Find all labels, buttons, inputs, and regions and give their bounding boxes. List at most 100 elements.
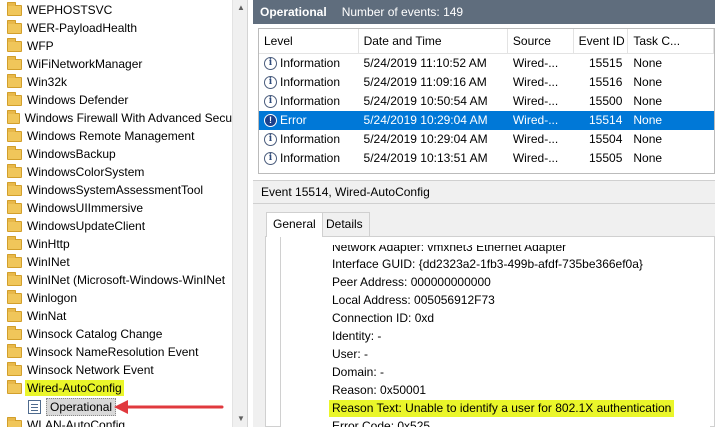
cell-date: 5/24/2019 11:09:16 AM — [363, 75, 487, 89]
log-header-bar: Operational Number of events: 149 — [253, 0, 715, 24]
cell-level: Information — [280, 151, 341, 165]
folder-icon — [7, 289, 22, 304]
tree-item-label: WiFiNetworkManager — [27, 57, 143, 71]
information-icon: i — [264, 133, 277, 146]
cell-source: Wired-... — [512, 75, 559, 89]
tab-general[interactable]: General — [266, 212, 323, 237]
tree-item-windows-defender[interactable]: Windows Defender — [0, 91, 232, 109]
tree-item-label: WinINet (Microsoft-Windows-WinINet — [27, 273, 226, 287]
event-pane: Operational Number of events: 149 Level … — [253, 0, 715, 427]
tree-item-wer-payloadhealth[interactable]: WER-PayloadHealth — [0, 19, 232, 37]
tree-item-winlogon[interactable]: Winlogon — [0, 289, 232, 307]
table-row[interactable]: i Information 5/24/2019 10:29:04 AM Wired… — [259, 130, 714, 149]
tree-item-windows-remote-management[interactable]: Windows Remote Management — [0, 127, 232, 145]
tree-scrollbar[interactable]: ▲ ▼ — [232, 0, 247, 427]
tree-item-windowsupdateclient[interactable]: WindowsUpdateClient — [0, 217, 232, 235]
cell-level: Information — [280, 132, 341, 146]
detail-line: Error Code: 0x525 — [332, 419, 431, 427]
folder-icon — [7, 416, 22, 427]
cell-source: Wired-... — [512, 113, 559, 127]
tree-item-label: Windows Defender — [27, 93, 129, 107]
cell-event-id: 15514 — [589, 113, 623, 127]
tree-item-label: WEPHOSTSVC — [27, 3, 113, 17]
tree-item-wininet[interactable]: WinINet — [0, 253, 232, 271]
tab-details[interactable]: Details — [319, 212, 370, 236]
scroll-down-icon[interactable]: ▼ — [233, 411, 247, 427]
detail-line: Reason: 0x50001 — [332, 383, 427, 397]
event-log-tree: WEPHOSTSVC WER-PayloadHealth WFP WiFiNet… — [0, 0, 248, 427]
cell-date: 5/24/2019 10:13:51 AM — [363, 151, 488, 165]
column-header-event-id[interactable]: Event ID — [574, 29, 629, 53]
information-icon: i — [264, 76, 277, 89]
detail-line: Local Address: 005056912F73 — [332, 293, 495, 307]
detail-line: Peer Address: 000000000000 — [332, 275, 491, 289]
folder-icon — [7, 235, 22, 250]
column-header-level[interactable]: Level — [259, 29, 359, 53]
tree-item-label: Winsock Catalog Change — [27, 327, 163, 341]
table-row[interactable]: i Information 5/24/2019 10:13:51 AM Wired… — [259, 149, 714, 168]
tree-item-wephostsvc[interactable]: WEPHOSTSVC — [0, 1, 232, 19]
tree-item-label: Winsock Network Event — [27, 363, 154, 377]
folder-icon — [7, 343, 22, 358]
cell-task: None — [633, 132, 663, 146]
folder-icon — [7, 73, 22, 88]
cell-event-id: 15500 — [589, 94, 623, 108]
table-row[interactable]: i Information 5/24/2019 11:09:16 AM Wired… — [259, 73, 714, 92]
scroll-up-icon[interactable]: ▲ — [233, 0, 247, 16]
tree-item-wininet-microsoft[interactable]: WinINet (Microsoft-Windows-WinINet — [0, 271, 232, 289]
table-row[interactable]: i Information 5/24/2019 11:10:52 AM Wired… — [259, 54, 714, 73]
tree-item-windowssystemassessmenttool[interactable]: WindowsSystemAssessmentTool — [0, 181, 232, 199]
tree-item-wifinetworkmanager[interactable]: WiFiNetworkManager — [0, 55, 232, 73]
information-icon: i — [264, 152, 277, 165]
column-header-source[interactable]: Source — [508, 29, 574, 53]
tree-item-label: Windows Firewall With Advanced Secu — [24, 111, 232, 125]
tree-item-label: Windows Remote Management — [27, 129, 195, 143]
folder-icon — [7, 163, 22, 178]
tree-item-winsock-nameresolution-event[interactable]: Winsock NameResolution Event — [0, 343, 232, 361]
column-header-task[interactable]: Task C... — [628, 29, 714, 53]
tree-item-label: WLAN-AutoConfig — [27, 418, 126, 427]
information-icon: i — [264, 57, 277, 70]
cell-date: 5/24/2019 10:50:54 AM — [363, 94, 488, 108]
column-header-date[interactable]: Date and Time — [359, 29, 508, 53]
tree-item-winnat[interactable]: WinNat — [0, 307, 232, 325]
tree-item-label: WindowsBackup — [27, 147, 116, 161]
tree-item-win32k[interactable]: Win32k — [0, 73, 232, 91]
event-description-text[interactable]: Network Adapter: vmxnet3 Ethernet Adapte… — [280, 237, 710, 427]
table-row[interactable]: i Information 5/24/2019 10:50:54 AM Wired… — [259, 92, 714, 111]
tree-item-winhttp[interactable]: WinHttp — [0, 235, 232, 253]
tree-item-label: WindowsUpdateClient — [27, 219, 146, 233]
tree-item-label: WindowsSystemAssessmentTool — [27, 183, 204, 197]
event-detail-header: Event 15514, Wired-AutoConfig — [253, 180, 715, 204]
tree-item-winsock-catalog-change[interactable]: Winsock Catalog Change — [0, 325, 232, 343]
cell-date: 5/24/2019 10:29:04 AM — [363, 132, 488, 146]
folder-icon — [7, 217, 22, 232]
tree-item-windowsbackup[interactable]: WindowsBackup — [0, 145, 232, 163]
folder-icon — [7, 127, 22, 142]
tree-item-wired-autoconfig[interactable]: Wired-AutoConfig — [0, 379, 232, 397]
folder-icon — [7, 109, 20, 124]
cell-level: Information — [280, 94, 341, 108]
detail-line: Identity: - — [332, 329, 382, 343]
tree-item-windowscolorsystem[interactable]: WindowsColorSystem — [0, 163, 232, 181]
event-description-panel: Network Adapter: vmxnet3 Ethernet Adapte… — [265, 236, 715, 427]
events-grid: Level Date and Time Source Event ID Task… — [258, 28, 715, 174]
tree-item-windows-firewall[interactable]: Windows Firewall With Advanced Secu — [0, 109, 232, 127]
folder-icon — [7, 253, 22, 268]
tree-item-label: Winlogon — [27, 291, 78, 305]
cell-event-id: 15505 — [589, 151, 623, 165]
tree-item-wlan-autoconfig[interactable]: WLAN-AutoConfig — [0, 416, 232, 427]
table-row-selected[interactable]: ! Error 5/24/2019 10:29:04 AM Wired-... 1… — [259, 111, 714, 130]
folder-icon — [7, 271, 22, 286]
information-icon: i — [264, 95, 277, 108]
cell-level: Information — [280, 75, 341, 89]
tree-item-windowsuiimmersive[interactable]: WindowsUIImmersive — [0, 199, 232, 217]
cell-source: Wired-... — [512, 151, 559, 165]
cell-source: Wired-... — [512, 94, 559, 108]
tree-item-wfp[interactable]: WFP — [0, 37, 232, 55]
tree-item-label: WinINet — [27, 255, 70, 269]
tree-item-label: WindowsColorSystem — [27, 165, 145, 179]
folder-icon — [7, 55, 22, 70]
tree-item-winsock-network-event[interactable]: Winsock Network Event — [0, 361, 232, 379]
cell-task: None — [633, 75, 663, 89]
